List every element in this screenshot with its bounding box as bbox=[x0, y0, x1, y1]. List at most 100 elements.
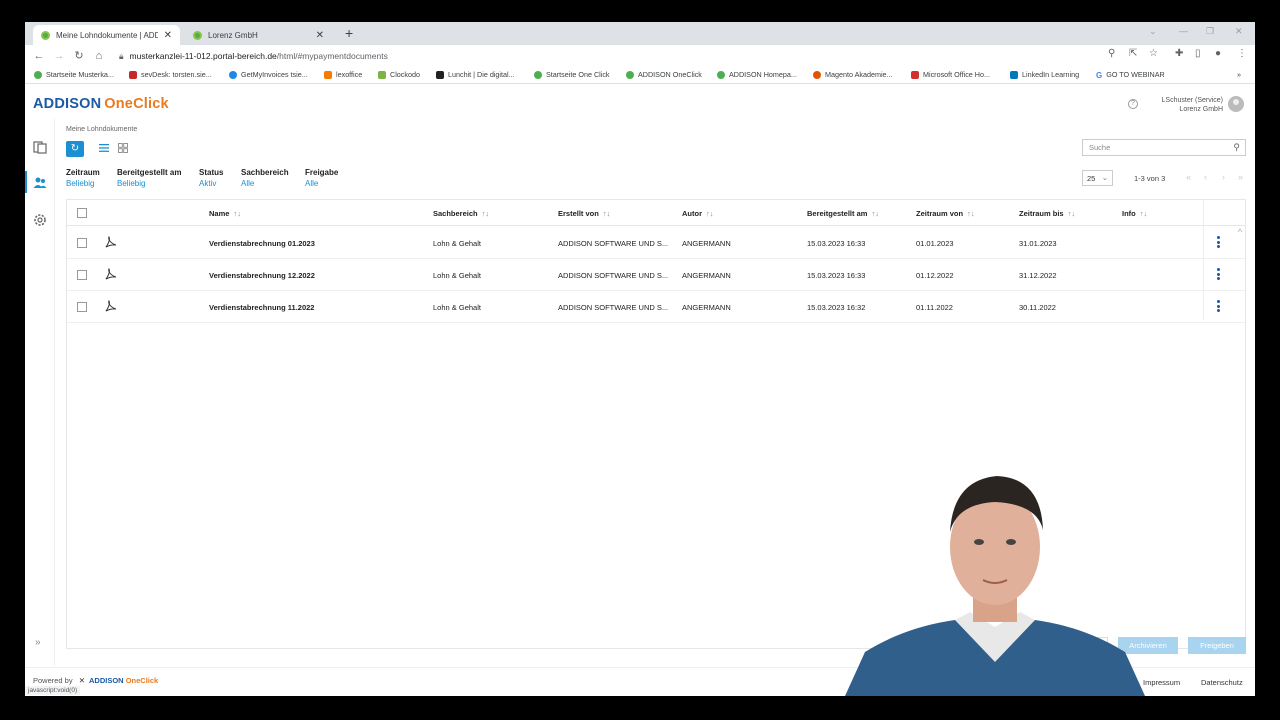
avatar[interactable] bbox=[1228, 96, 1244, 112]
list-view-icon[interactable] bbox=[99, 143, 109, 153]
back-icon[interactable]: ← bbox=[31, 48, 47, 64]
gear-icon[interactable] bbox=[32, 212, 48, 228]
zoom-icon[interactable]: ⚲ bbox=[1108, 48, 1115, 59]
bookmark-item[interactable]: Startseite Musterka... bbox=[34, 70, 114, 79]
first-page-icon[interactable]: « bbox=[1186, 172, 1191, 182]
column-header-zeitraum-von[interactable]: Zeitraum von ↑↓ bbox=[916, 209, 975, 218]
last-page-icon[interactable]: » bbox=[1238, 172, 1243, 182]
filter-status[interactable]: Status Aktiv bbox=[199, 167, 223, 189]
bookmark-item[interactable]: lexoffice bbox=[324, 70, 362, 79]
select-all-checkbox[interactable] bbox=[77, 208, 87, 218]
bookmark-icon bbox=[717, 70, 725, 79]
vertical-scrollbar[interactable] bbox=[1237, 228, 1243, 648]
logo-text-oneclick: OneClick bbox=[104, 96, 169, 112]
next-page-icon[interactable]: › bbox=[1222, 172, 1225, 182]
column-header-zeitraum-bis[interactable]: Zeitraum bis ↑↓ bbox=[1019, 209, 1075, 218]
bookmark-item[interactable]: Lunchit | Die digital... bbox=[436, 70, 515, 79]
filter-bereitgestellt-am[interactable]: Bereitgestellt am Beliebig bbox=[117, 167, 181, 189]
row-menu-icon[interactable] bbox=[1217, 268, 1221, 282]
maximize-icon[interactable]: ❐ bbox=[1206, 26, 1214, 37]
filter-sachbereich[interactable]: Sachbereich Alle bbox=[241, 167, 289, 189]
profile-icon[interactable]: ● bbox=[1215, 48, 1221, 59]
grid-view-icon[interactable] bbox=[118, 143, 128, 153]
refresh-button[interactable]: ↻ bbox=[66, 141, 84, 157]
filter-zeitraum[interactable]: Zeitraum Beliebig bbox=[66, 167, 100, 189]
addison-oneclick-logo[interactable]: ADDISON OneClick bbox=[33, 96, 169, 112]
url-field[interactable]: 🔒︎ musterkanzlei-11-012.portal-bereich.de… bbox=[119, 48, 388, 64]
prev-page-icon[interactable]: ‹ bbox=[1204, 172, 1207, 182]
google-icon: G bbox=[1096, 70, 1103, 80]
bookmark-item[interactable]: Clockodo bbox=[378, 70, 420, 79]
document-name[interactable]: Verdienstabrechnung 12.2022 bbox=[209, 271, 315, 280]
documents-icon[interactable] bbox=[32, 139, 48, 155]
addison-mark-icon: ✕ bbox=[78, 676, 85, 685]
row-menu-icon[interactable] bbox=[1217, 300, 1221, 314]
close-icon[interactable]: ✕ bbox=[316, 30, 324, 41]
bookmark-item[interactable]: Microsoft Office Ho... bbox=[911, 70, 990, 79]
column-header-bereitgestellt-am[interactable]: Bereitgestellt am ↑↓ bbox=[807, 209, 879, 218]
share-icon[interactable]: ⇱ bbox=[1129, 48, 1137, 59]
bookmark-item[interactable]: ADDISON Homepa... bbox=[717, 70, 797, 79]
forward-icon[interactable]: → bbox=[51, 48, 67, 64]
cell-bereitgestellt-am: 15.03.2023 16:33 bbox=[807, 239, 866, 248]
filter-label: Bereitgestellt am bbox=[117, 168, 182, 177]
chevron-down-icon[interactable]: ⌄ bbox=[1149, 26, 1157, 37]
row-checkbox[interactable] bbox=[77, 270, 87, 280]
presenter-webcam bbox=[845, 476, 1145, 696]
menu-icon[interactable]: ⋮ bbox=[1237, 48, 1247, 59]
table-row[interactable]: Verdienstabrechnung 11.2022 Lohn & Gehal… bbox=[67, 291, 1245, 323]
tab-lorenz-gmbh[interactable]: Lorenz GmbH ✕ bbox=[185, 25, 332, 45]
row-menu-icon[interactable] bbox=[1217, 236, 1221, 250]
help-icon[interactable]: ? bbox=[1128, 99, 1138, 109]
bookmark-item[interactable]: Magento Akademie... bbox=[813, 70, 893, 79]
users-icon[interactable] bbox=[32, 175, 48, 191]
impressum-link[interactable]: Impressum bbox=[1143, 678, 1180, 687]
star-icon[interactable]: ☆ bbox=[1149, 48, 1158, 59]
sidepanel-icon[interactable]: ▯ bbox=[1195, 48, 1201, 59]
filter-freigabe[interactable]: Freigabe Alle bbox=[305, 167, 338, 189]
column-label: Zeitraum von bbox=[916, 209, 964, 218]
home-icon[interactable]: ⌂ bbox=[91, 48, 107, 64]
close-icon[interactable]: ✕ bbox=[164, 30, 172, 41]
table-row[interactable]: Verdienstabrechnung 12.2022 Lohn & Gehal… bbox=[67, 259, 1245, 291]
page-size-select[interactable]: 25 ⌄ bbox=[1082, 170, 1113, 186]
sort-icon: ↑↓ bbox=[706, 209, 714, 218]
column-header-autor[interactable]: Autor ↑↓ bbox=[682, 209, 714, 218]
column-header-name[interactable]: Name ↑↓ bbox=[209, 209, 241, 218]
bookmark-item[interactable]: ADDISON OneClick bbox=[626, 70, 702, 79]
bookmark-label: Startseite One Click bbox=[546, 70, 610, 79]
column-header-sachbereich[interactable]: Sachbereich ↑↓ bbox=[433, 209, 489, 218]
bookmark-item[interactable]: GetMyInvoices tsie... bbox=[229, 70, 308, 79]
tab-meine-lohndokumente[interactable]: Meine Lohndokumente | ADDISON ✕ bbox=[33, 25, 180, 45]
release-button[interactable]: Freigeben bbox=[1188, 637, 1246, 654]
sort-icon: ↑↓ bbox=[481, 209, 490, 218]
document-name[interactable]: Verdienstabrechnung 01.2023 bbox=[209, 239, 315, 248]
table-row[interactable]: Verdienstabrechnung 01.2023 Lohn & Gehal… bbox=[67, 227, 1245, 259]
window-close-icon[interactable]: ✕ bbox=[1235, 26, 1243, 37]
url-host: musterkanzlei-11-012.portal-bereich.de bbox=[129, 51, 277, 61]
search-input[interactable]: Suche ⚲ bbox=[1082, 139, 1246, 156]
bookmark-label: sevDesk: torsten.sie... bbox=[141, 70, 212, 79]
row-checkbox[interactable] bbox=[77, 302, 87, 312]
extensions-icon[interactable]: ✚ bbox=[1175, 48, 1183, 59]
datenschutz-link[interactable]: Datenschutz bbox=[1201, 678, 1243, 687]
bookmark-item[interactable]: sevDesk: torsten.sie... bbox=[129, 70, 212, 79]
new-tab-button[interactable]: + bbox=[345, 25, 353, 41]
page-count: 1-3 von 3 bbox=[1134, 174, 1166, 183]
tab-title: Lorenz GmbH bbox=[208, 30, 258, 40]
bookmark-item[interactable]: Startseite One Click bbox=[534, 70, 610, 79]
reload-icon[interactable]: ↻ bbox=[71, 48, 87, 64]
bookmark-item[interactable]: G GO TO WEBINAR bbox=[1096, 70, 1165, 80]
bookmark-item[interactable]: LinkedIn Learning bbox=[1010, 70, 1079, 79]
more-bookmarks-icon[interactable]: » bbox=[1237, 70, 1241, 79]
minimize-icon[interactable]: — bbox=[1179, 26, 1188, 36]
document-name[interactable]: Verdienstabrechnung 11.2022 bbox=[209, 303, 314, 312]
bookmark-label: Magento Akademie... bbox=[825, 70, 893, 79]
user-company: Lorenz GmbH bbox=[1179, 105, 1223, 113]
bookmark-label: Lunchit | Die digital... bbox=[448, 70, 515, 79]
search-icon[interactable]: ⚲ bbox=[1233, 142, 1240, 153]
row-checkbox[interactable] bbox=[77, 238, 87, 248]
user-info[interactable]: LSchuster (Service) Lorenz GmbH bbox=[1162, 97, 1223, 114]
column-header-erstellt-von[interactable]: Erstellt von ↑↓ bbox=[558, 209, 610, 218]
column-header-info[interactable]: Info ↑↓ bbox=[1122, 209, 1147, 218]
